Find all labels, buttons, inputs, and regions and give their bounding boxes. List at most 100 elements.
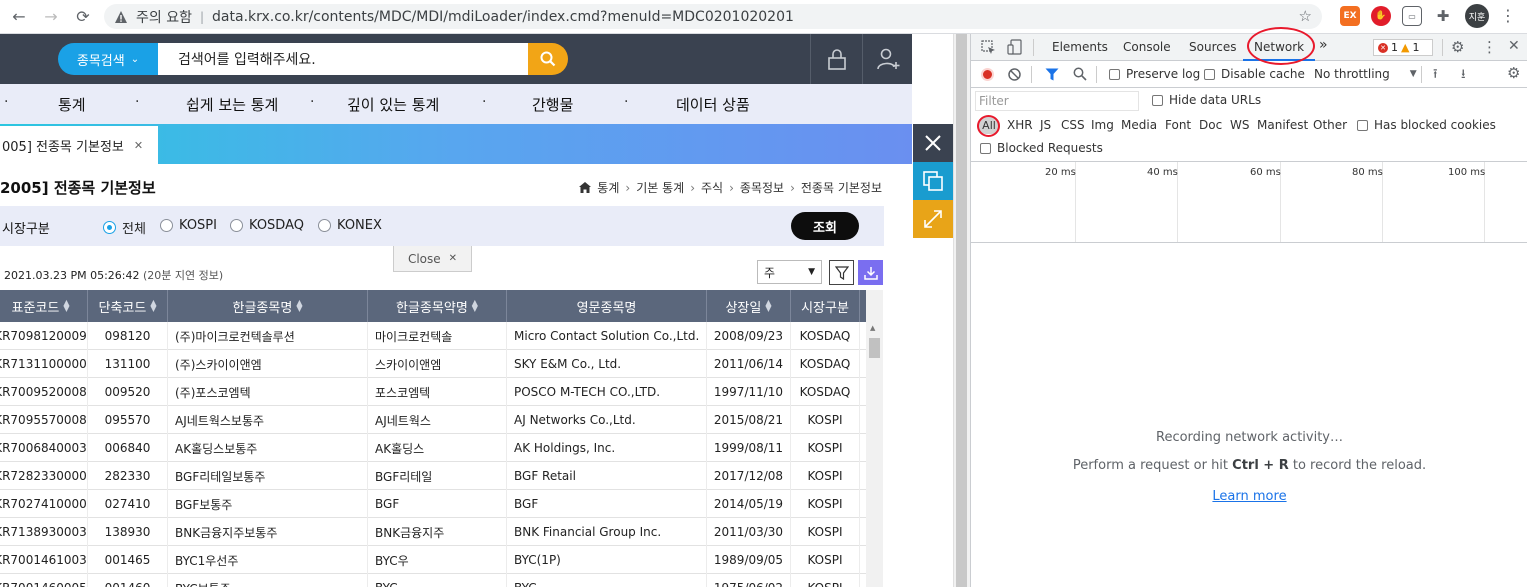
table-row[interactable]: KR7027410000 027410 BGF보통주 BGF BGF 2014/05/19… [0,490,866,518]
side-close-button[interactable] [913,124,953,162]
devtools-menu-icon[interactable]: ⋮ [1482,38,1497,56]
learn-more-link[interactable]: Learn more [971,489,1527,504]
settings-gear-icon[interactable]: ⚙ [1451,38,1464,56]
type-filter-img[interactable]: Img [1091,118,1114,132]
checkbox[interactable] [1152,94,1163,106]
lock-icon[interactable] [825,47,849,71]
type-filter-js[interactable]: JS [1040,118,1051,132]
address-bar[interactable]: 주의 요함 | data.krx.co.kr/contents/MDC/MDI/… [104,4,1322,29]
table-scrollbar[interactable] [866,290,883,587]
page-scroll-thumb[interactable] [956,34,967,587]
extension-icon-cast[interactable]: ▭ [1402,6,1422,26]
column-header[interactable]: 시장구분 [791,290,860,322]
radio-market-konex[interactable]: KONEX [318,218,382,233]
table-row[interactable]: KR7282330000 282330 BGF리테일보통주 BGF리테일 BGF Ret… [0,462,866,490]
type-filter-doc[interactable]: Doc [1199,118,1222,132]
network-settings-gear-icon[interactable]: ⚙ [1507,64,1520,82]
query-button[interactable]: 조회 [791,212,859,240]
devtools-tab-sources[interactable]: Sources [1189,40,1236,54]
radio-circle[interactable] [103,221,116,234]
type-filter-media[interactable]: Media [1121,118,1157,132]
table-scroll-thumb[interactable] [869,338,880,358]
home-icon[interactable] [579,182,592,193]
close-filter-tab[interactable]: Close ✕ [393,246,472,272]
extensions-puzzle-icon[interactable]: ✚ [1433,6,1453,26]
preserve-log-checkbox[interactable]: Preserve log [1109,67,1200,81]
type-filter-ws[interactable]: WS [1230,118,1249,132]
checkbox[interactable] [1109,68,1120,80]
devtools-tab-console[interactable]: Console [1123,40,1171,54]
menu-item-deep-stats[interactable]: 깊이 있는 통계 [347,94,439,115]
record-icon[interactable] [981,68,994,81]
checkbox[interactable] [980,142,991,154]
sort-icon[interactable]: ▲ ▼ [296,299,302,313]
download-button[interactable] [858,260,883,285]
sort-icon[interactable]: ▲ ▼ [765,299,771,313]
table-row[interactable]: KR7006840003 006840 AK홀딩스보통주 AK홀딩스 AK Holdin… [0,434,866,462]
table-row[interactable]: KR7001460005001460BYC보통주BYCBYC1975/06/02… [0,574,866,587]
add-user-icon[interactable] [876,47,900,71]
device-toolbar-icon[interactable] [1007,39,1022,55]
type-filter-manifest[interactable]: Manifest [1257,118,1308,132]
open-tab[interactable]: 005] 전종목 기본정보 ✕ [0,126,158,164]
menu-item-data-products[interactable]: 데이터 상품 [676,94,750,115]
search-button[interactable] [528,43,568,75]
extension-icon-adblock[interactable]: ✋ [1371,6,1391,26]
table-row[interactable]: KR7001461003 001465 BYC1우선주 BYC우 BYC(1P) 1989… [0,546,866,574]
inspect-element-icon[interactable] [981,40,996,55]
filter-button[interactable] [829,260,854,285]
throttling-select[interactable]: No throttling ▼ [1314,67,1417,81]
import-har-icon[interactable]: ⭱ [1433,65,1438,87]
column-header[interactable]: 단축코드 ▲ ▼ [88,290,168,322]
breadcrumb-item[interactable]: 주식 [701,179,723,196]
table-row[interactable]: KR7009520008 009520 (주)포스코엠텍 포스코엠텍 POSCO M-T… [0,378,866,406]
checkbox[interactable] [1357,119,1368,131]
profile-avatar[interactable]: 지훈 [1465,4,1489,28]
column-header[interactable]: 한글종목약명 ▲ ▼ [368,290,507,322]
more-tabs-button[interactable]: » [1319,37,1328,53]
type-filter-other[interactable]: Other [1313,118,1347,132]
side-expand-button[interactable] [913,200,953,238]
bookmark-star-icon[interactable]: ☆ [1299,7,1312,25]
hide-data-urls-checkbox[interactable]: Hide data URLs [1152,93,1261,107]
type-filter-css[interactable]: CSS [1061,118,1085,132]
disable-cache-checkbox[interactable]: Disable cache [1204,67,1305,81]
export-har-icon[interactable]: ⭳ [1461,65,1466,87]
back-icon[interactable]: ← [6,4,32,30]
radio-market-all[interactable]: 전체 [103,218,146,237]
search-icon[interactable] [1073,67,1087,81]
network-filter-input[interactable]: Filter [975,91,1139,111]
type-filter-font[interactable]: Font [1165,118,1191,132]
breadcrumb-item[interactable]: 종목정보 [740,179,784,196]
breadcrumb-item[interactable]: 기본 통계 [636,179,684,196]
table-row[interactable]: KR7131100000 131100 (주)스카이이앤엠 스카이이앤엠 SKY E&M… [0,350,866,378]
table-row[interactable]: KR7098120009 098120 (주)마이크로컨텍솔루션 마이크로컨텍솔 Mic… [0,322,866,350]
checkbox[interactable] [1204,68,1215,80]
menu-item-easy-stats[interactable]: 쉽게 보는 통계 [186,94,278,115]
breadcrumb-item[interactable]: 통계 [597,179,619,196]
issues-counter[interactable]: ✕ 1 ▲ 1 [1373,39,1433,56]
close-devtools-icon[interactable]: ✕ [1508,38,1520,54]
table-row[interactable]: KR7095570008 095570 AJ네트웍스보통주 AJ네트웍스 AJ Netw… [0,406,866,434]
column-header[interactable]: 표준코드 ▲ ▼ [0,290,88,322]
radio-market-kosdaq[interactable]: KOSDAQ [230,218,304,233]
clear-icon[interactable] [1008,68,1021,81]
site-search-input[interactable]: 검색어를 입력해주세요. [158,43,528,75]
period-select[interactable]: 주 ▼ [757,260,822,284]
radio-circle[interactable] [160,219,173,232]
column-header[interactable]: 영문종목명 [507,290,707,322]
column-header[interactable]: 상장일 ▲ ▼ [707,290,791,322]
network-timeline[interactable]: 20 ms 40 ms 60 ms 80 ms 100 ms [971,161,1527,243]
extension-icon-ex[interactable]: EX [1340,6,1360,26]
sort-icon[interactable]: ▲ ▼ [63,299,69,313]
search-type-select[interactable]: 종목검색 ⌄ [58,43,158,75]
devtools-tab-elements[interactable]: Elements [1052,40,1108,54]
reload-icon[interactable]: ⟳ [70,4,96,30]
table-row[interactable]: KR7138930003 138930 BNK금융지주보통주 BNK금융지주 BNK F… [0,518,866,546]
menu-item-stats[interactable]: 통계 [58,94,86,115]
radio-circle[interactable] [230,219,243,232]
forward-icon[interactable]: → [38,4,64,30]
type-filter-xhr[interactable]: XHR [1007,118,1033,132]
radio-circle[interactable] [318,219,331,232]
scroll-up-arrow-icon[interactable]: ▲ [870,324,875,332]
